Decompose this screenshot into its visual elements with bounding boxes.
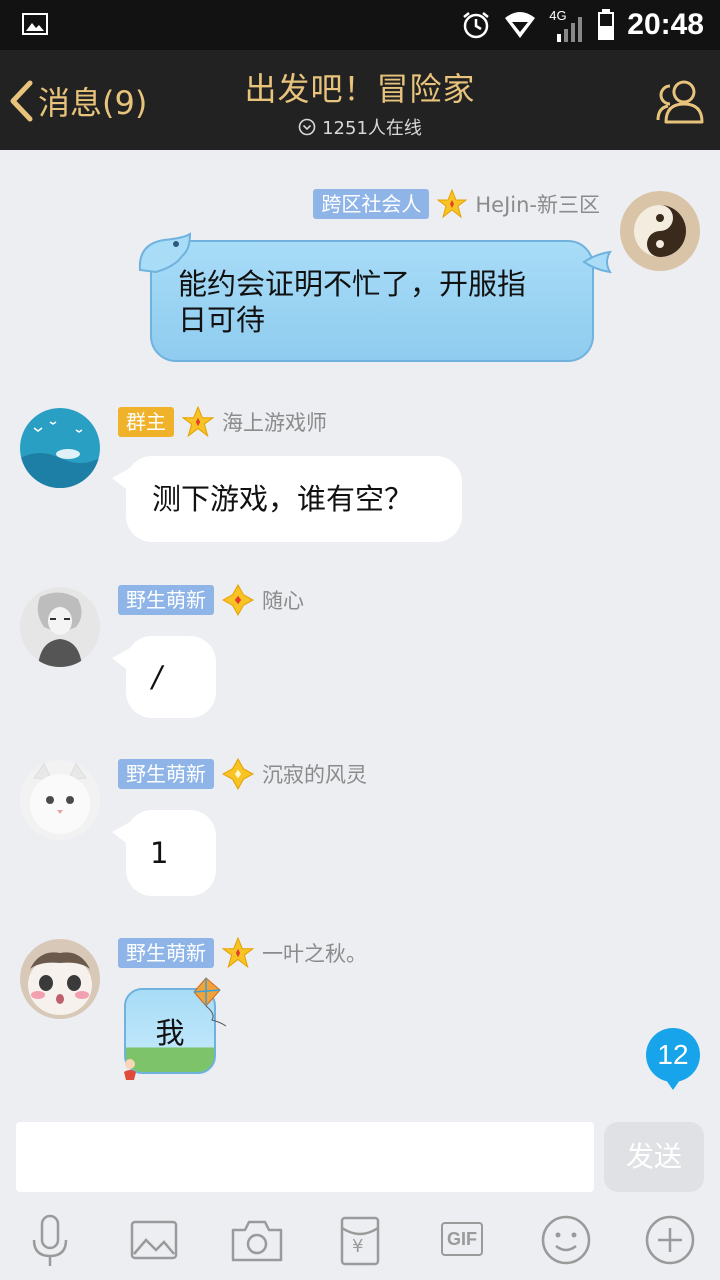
user-badge: 野生萌新 bbox=[118, 759, 214, 789]
owner-badge: 群主 bbox=[118, 407, 174, 437]
child-decoration-icon bbox=[124, 1059, 136, 1080]
username: 一叶之秋。 bbox=[262, 942, 367, 966]
message-text-line: 能约会证明不忙了，开服指 bbox=[178, 267, 527, 301]
mic-icon[interactable] bbox=[20, 1210, 80, 1270]
input-row: 发送 bbox=[0, 1110, 720, 1204]
diamond-level-icon bbox=[222, 758, 254, 790]
message-meta: 野生萌新 沉寂的风灵 bbox=[118, 758, 367, 790]
send-button[interactable]: 发送 bbox=[604, 1122, 704, 1192]
gallery-notification-icon bbox=[22, 13, 48, 35]
whale-bubble-decoration-icon bbox=[138, 232, 192, 274]
username: 随心 bbox=[262, 589, 304, 613]
cellular-signal: 4G bbox=[549, 8, 585, 42]
avatar[interactable] bbox=[20, 587, 100, 667]
signal-icon bbox=[557, 17, 583, 42]
diamond-level-icon bbox=[222, 584, 254, 616]
status-bar: 4G 20:48 bbox=[0, 0, 720, 50]
user-badge: 野生萌新 bbox=[118, 938, 214, 968]
message-text-line: 日可待 bbox=[178, 303, 266, 337]
back-button[interactable]: 消息(9) bbox=[8, 74, 147, 128]
ocean-avatar-icon bbox=[20, 408, 100, 488]
gif-icon[interactable]: GIF bbox=[433, 1210, 493, 1270]
image-icon[interactable] bbox=[124, 1210, 184, 1270]
message-meta: 群主 海上游戏师 bbox=[118, 406, 327, 438]
message-meta: 跨区社会人 HeJin-新三区 bbox=[313, 188, 600, 220]
online-count: 1251人在线 bbox=[322, 118, 422, 139]
battery-icon bbox=[598, 9, 615, 40]
username: 沉寂的风灵 bbox=[262, 763, 367, 787]
user-badge: 野生萌新 bbox=[118, 585, 214, 615]
unread-count-badge[interactable]: 12 bbox=[646, 1028, 700, 1090]
online-count-row: 1251人在线 bbox=[160, 114, 560, 140]
message-text: 测下游戏，谁有空？ bbox=[152, 482, 414, 516]
gif-label: GIF bbox=[447, 1229, 477, 1249]
clock: 20:48 bbox=[627, 8, 704, 41]
yen-symbol: ¥ bbox=[352, 1236, 364, 1257]
group-title-area[interactable]: 出发吧！冒险家 1251人在线 bbox=[160, 64, 560, 140]
chat-area[interactable]: 跨区社会人 HeJin-新三区 能约会证明不忙了，开服指 日可待 群主 海上游戏… bbox=[0, 150, 720, 1110]
blushing-cat-avatar-icon bbox=[20, 939, 100, 1019]
chevron-left-icon bbox=[10, 80, 33, 122]
message-text: 我 bbox=[155, 1016, 185, 1050]
chevron-down-circle-icon bbox=[298, 118, 316, 136]
emoji-icon[interactable] bbox=[536, 1210, 596, 1270]
message-meta: 野生萌新 随心 bbox=[118, 584, 304, 616]
camera-icon[interactable] bbox=[227, 1210, 287, 1270]
white-cat-avatar-icon bbox=[20, 760, 100, 840]
message-meta: 野生萌新 一叶之秋。 bbox=[118, 937, 367, 969]
status-icons: 4G 20:48 bbox=[461, 0, 704, 50]
username: 海上游戏师 bbox=[222, 411, 327, 435]
avatar[interactable] bbox=[620, 191, 700, 271]
input-toolbar: ¥ GIF bbox=[0, 1204, 720, 1280]
kite-decoration-icon bbox=[193, 977, 227, 1027]
message-input[interactable] bbox=[16, 1122, 594, 1192]
whale-tail-decoration-icon bbox=[582, 250, 612, 274]
red-packet-icon[interactable]: ¥ bbox=[330, 1210, 390, 1270]
group-title: 出发吧！冒险家 bbox=[244, 70, 476, 108]
star-level-icon bbox=[222, 937, 254, 969]
alarm-icon bbox=[463, 12, 490, 39]
plus-icon[interactable] bbox=[640, 1210, 700, 1270]
wifi-icon bbox=[505, 12, 536, 38]
user-badge: 跨区社会人 bbox=[313, 189, 430, 219]
group-members-icon[interactable] bbox=[654, 74, 710, 128]
message-bubble[interactable]: 测下游戏，谁有空？ bbox=[112, 456, 462, 542]
star-level-icon bbox=[437, 189, 468, 219]
manga-avatar-icon bbox=[20, 587, 100, 667]
username: HeJin-新三区 bbox=[475, 193, 600, 217]
avatar[interactable] bbox=[20, 760, 100, 840]
avatar[interactable] bbox=[20, 939, 100, 1019]
star-level-icon bbox=[182, 406, 214, 438]
message-bubble[interactable]: / bbox=[112, 636, 216, 718]
back-label: 消息(9) bbox=[38, 84, 148, 122]
avatar[interactable] bbox=[20, 408, 100, 488]
message-text: 1 bbox=[150, 836, 169, 870]
yin-yang-avatar-icon bbox=[620, 191, 700, 271]
chat-header: 消息(9) 出发吧！冒险家 1251人在线 bbox=[0, 50, 720, 150]
gif-box: GIF bbox=[441, 1222, 483, 1256]
message-bubble[interactable]: 1 bbox=[112, 810, 216, 896]
message-bubble[interactable]: 能约会证明不忙了，开服指 日可待 bbox=[150, 240, 594, 362]
message-text: / bbox=[152, 660, 162, 694]
